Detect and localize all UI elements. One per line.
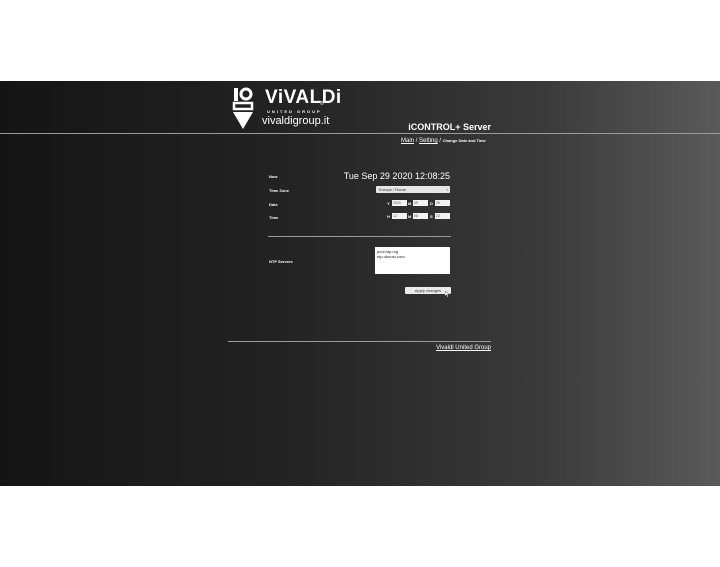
mouse-cursor-icon <box>445 291 450 298</box>
second-field[interactable]: 22 <box>435 213 450 219</box>
breadcrumb-setting-link[interactable]: Setting <box>419 138 438 144</box>
now-label: Now <box>269 174 278 179</box>
second-label: S <box>430 214 433 219</box>
chevron-updown-icon: ↕ <box>446 187 448 192</box>
ntp-server-line: ntp.ubuntu.com <box>377 254 405 259</box>
minute-label: M <box>408 214 412 219</box>
breadcrumb-separator: / <box>415 138 418 144</box>
ntp-label: NTP Servers <box>269 259 293 264</box>
footer-link[interactable]: Vivaldi United Group <box>436 345 491 351</box>
timezone-value: Europe / Rome <box>379 187 406 192</box>
month-label: M <box>408 201 412 206</box>
app-screen: ViVALDi ® UNITED GROUP vivaldigroup.it i… <box>0 81 720 486</box>
day-field[interactable]: 29 <box>435 200 450 206</box>
brand-site: vivaldigroup.it <box>262 115 330 127</box>
footer-divider <box>228 341 491 342</box>
registered-mark: ® <box>320 101 324 107</box>
year-field[interactable]: 2020 <box>392 200 407 206</box>
timezone-label: Time Zone <box>269 188 289 193</box>
brand-subtitle: UNITED GROUP <box>267 109 322 114</box>
time-label: Time <box>269 215 279 220</box>
timezone-select[interactable]: Europe / Rome ↕ <box>376 186 450 193</box>
breadcrumb: Main / Setting / Change Date and Time <box>401 138 486 144</box>
app-title: iCONTROL+ Server <box>408 122 491 132</box>
breadcrumb-current: Change Date and Time <box>442 138 486 143</box>
year-label: Y <box>387 201 390 206</box>
header-divider <box>0 133 720 134</box>
date-label: Date <box>269 202 278 207</box>
minute-field[interactable]: 08 <box>413 213 428 219</box>
hour-label: H <box>387 214 390 219</box>
month-field[interactable]: 09 <box>413 200 428 206</box>
current-datetime: Tue Sep 29 2020 12:08:25 <box>343 171 450 181</box>
breadcrumb-separator: / <box>439 138 442 144</box>
breadcrumb-main-link[interactable]: Main <box>401 138 414 144</box>
vivaldi-logo-icon <box>232 87 254 129</box>
ntp-servers-textarea[interactable]: pool.ntp.org ntp.ubuntu.com <box>375 247 450 274</box>
hour-field[interactable]: 12 <box>392 213 407 219</box>
section-divider <box>268 236 451 237</box>
day-label: D <box>430 201 433 206</box>
brand-name: ViVALDi <box>265 87 342 108</box>
